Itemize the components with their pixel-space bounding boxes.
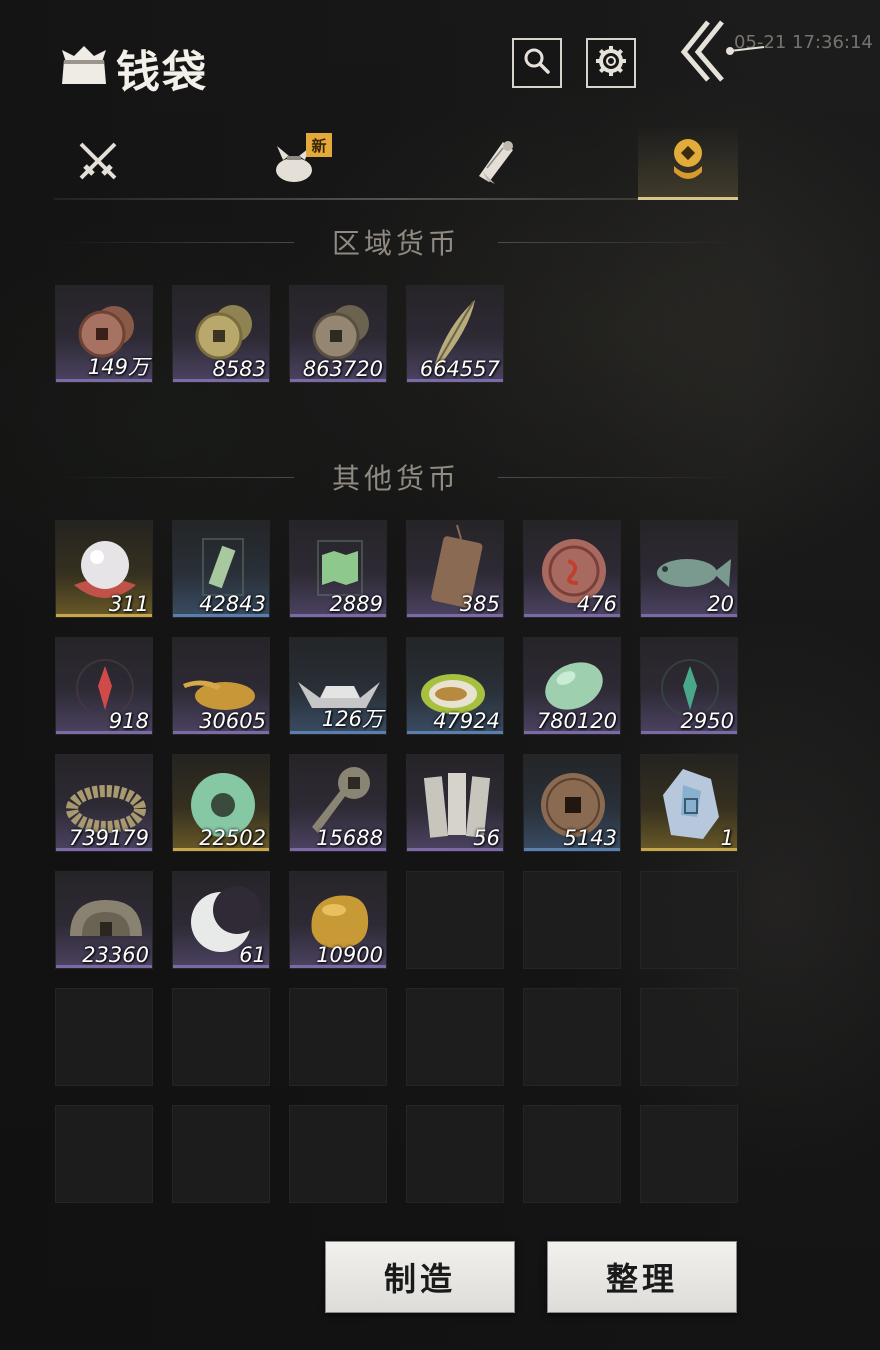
settings-button[interactable] — [586, 38, 636, 88]
currency-slot[interactable]: 149万 — [55, 285, 153, 383]
currency-slot[interactable]: 42843 — [172, 520, 270, 618]
category-tabs — [54, 128, 738, 204]
item-count: 149万 — [87, 355, 149, 379]
item-count: 2950 — [680, 709, 734, 733]
item-count: 918 — [108, 709, 149, 733]
search-icon — [522, 46, 552, 80]
crossed-swords-icon — [73, 136, 123, 190]
item-count: 1 — [720, 826, 734, 850]
empty-slot — [55, 988, 153, 1086]
item-count: 8583 — [212, 357, 266, 381]
empty-slot — [289, 988, 387, 1086]
gear-icon — [595, 45, 627, 81]
money-bag-icon — [58, 38, 110, 88]
empty-slot — [55, 1105, 153, 1203]
currency-slot[interactable]: 61 — [172, 871, 270, 969]
divider-line — [54, 242, 294, 243]
divider-line — [498, 477, 738, 478]
item-count: 47924 — [433, 709, 500, 733]
double-chevron-back-icon — [678, 20, 766, 88]
currency-slot[interactable]: 2950 — [640, 637, 738, 735]
item-count: 22502 — [199, 826, 266, 850]
empty-slot — [406, 988, 504, 1086]
item-count: 780120 — [536, 709, 617, 733]
new-badge: 新 — [306, 133, 332, 157]
item-count: 61 — [239, 943, 266, 967]
coin-stack-icon — [663, 136, 713, 190]
currency-slot[interactable]: 10900 — [289, 871, 387, 969]
item-count: 739179 — [68, 826, 149, 850]
currency-slot[interactable]: 385 — [406, 520, 504, 618]
currency-slot[interactable]: 1 — [640, 754, 738, 852]
currency-slot[interactable]: 863720 — [289, 285, 387, 383]
empty-slot — [406, 871, 504, 969]
item-count: 20 — [707, 592, 734, 616]
currency-slot[interactable]: 739179 — [55, 754, 153, 852]
item-count: 664557 — [419, 357, 500, 381]
currency-slot[interactable]: 23360 — [55, 871, 153, 969]
item-count: 311 — [108, 592, 149, 616]
currency-slot[interactable]: 311 — [55, 520, 153, 618]
item-count: 42843 — [199, 592, 266, 616]
page-title: 钱袋 — [116, 47, 208, 98]
item-count: 126万 — [321, 707, 383, 731]
tab-weapons[interactable] — [48, 128, 148, 198]
item-count: 5143 — [563, 826, 617, 850]
currency-slot[interactable]: 20 — [640, 520, 738, 618]
item-count: 10900 — [316, 943, 383, 967]
tab-divider — [54, 198, 738, 200]
section-title-regional: 区域货币 — [331, 227, 460, 260]
empty-slot — [523, 871, 621, 969]
divider-line — [54, 477, 294, 478]
tab-currency[interactable] — [638, 128, 738, 200]
currency-slot[interactable]: 2889 — [289, 520, 387, 618]
currency-slot[interactable]: 8583 — [172, 285, 270, 383]
scroll-icon — [469, 136, 519, 190]
item-count: 385 — [459, 592, 500, 616]
currency-slot[interactable]: 56 — [406, 754, 504, 852]
currency-slot[interactable]: 780120 — [523, 637, 621, 735]
empty-slot — [640, 1105, 738, 1203]
empty-slot — [523, 1105, 621, 1203]
clock-readout: 05-21 17:36:14 — [734, 32, 873, 53]
empty-slot — [640, 871, 738, 969]
item-count: 23360 — [82, 943, 149, 967]
currency-slot[interactable]: 15688 — [289, 754, 387, 852]
sort-button[interactable]: 整理 — [547, 1241, 737, 1313]
section-heading-other: 其他货币 — [54, 457, 738, 497]
empty-slot — [172, 1105, 270, 1203]
currency-slot[interactable]: 22502 — [172, 754, 270, 852]
section-heading-regional: 区域货币 — [54, 222, 738, 262]
currency-slot[interactable]: 918 — [55, 637, 153, 735]
currency-slot[interactable]: 126万 — [289, 637, 387, 735]
item-count: 15688 — [316, 826, 383, 850]
empty-slot — [640, 988, 738, 1086]
item-count: 56 — [473, 826, 500, 850]
empty-slot — [523, 988, 621, 1086]
item-count: 863720 — [302, 357, 383, 381]
currency-slot[interactable]: 47924 — [406, 637, 504, 735]
item-count: 2889 — [329, 592, 383, 616]
search-button[interactable] — [512, 38, 562, 88]
divider-line — [498, 242, 738, 243]
currency-slot[interactable]: 476 — [523, 520, 621, 618]
tab-scrolls[interactable] — [444, 128, 544, 198]
make-button[interactable]: 制造 — [325, 1241, 515, 1313]
empty-slot — [289, 1105, 387, 1203]
currency-slot[interactable]: 664557 — [406, 285, 504, 383]
currency-slot[interactable]: 5143 — [523, 754, 621, 852]
empty-slot — [406, 1105, 504, 1203]
header-bar: 钱袋 05-21 17:36:14 — [0, 0, 880, 110]
empty-slot — [172, 988, 270, 1086]
item-count: 476 — [576, 592, 617, 616]
currency-slot[interactable]: 30605 — [172, 637, 270, 735]
section-title-other: 其他货币 — [331, 462, 460, 495]
item-count: 30605 — [199, 709, 266, 733]
